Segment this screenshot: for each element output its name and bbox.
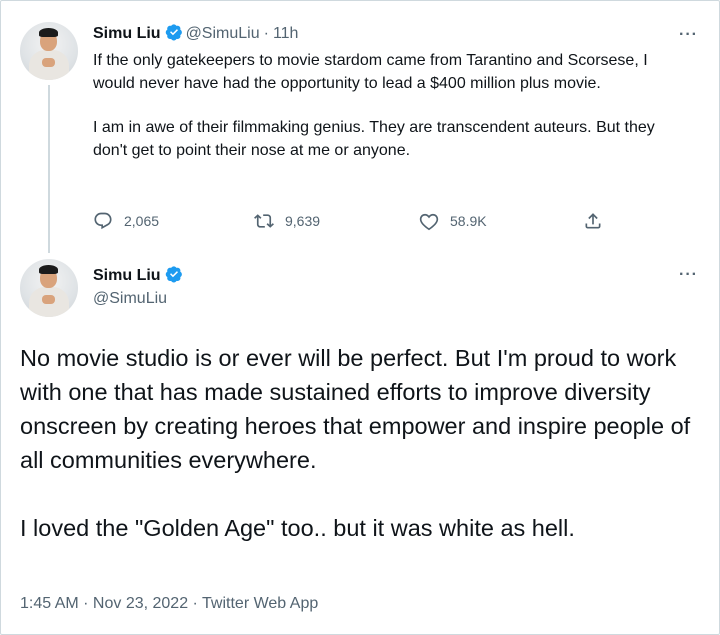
main-tweet-name-row: Simu Liu [93, 265, 186, 285]
verified-badge-icon [165, 24, 182, 41]
tweet-thread-card: Simu Liu @SimuLiu · 11h ··· If the only gat… [0, 0, 720, 635]
reply-icon [94, 212, 112, 230]
reply-tweet-paragraph-2: I am in awe of their filmmaking genius. … [93, 119, 655, 159]
main-tweet-paragraph-1: No movie studio is or ever will be perfe… [20, 345, 691, 473]
thread-connector-line [48, 85, 50, 253]
like-button[interactable]: 58.9K [419, 209, 487, 233]
main-tweet-paragraph-2: I loved the "Golden Age" too.. but it wa… [20, 515, 575, 541]
retweet-icon [254, 214, 274, 228]
separator-dot: · [263, 25, 269, 42]
reply-button[interactable]: 2,065 [93, 209, 159, 233]
author-handle[interactable]: @SimuLiu [186, 25, 260, 42]
author-handle[interactable]: @SimuLiu [93, 290, 167, 308]
avatar[interactable] [20, 22, 78, 80]
like-icon [419, 213, 439, 231]
reply-tweet-text: If the only gatekeepers to movie stardom… [93, 50, 693, 162]
share-icon [585, 213, 601, 229]
more-icon[interactable]: ··· [679, 267, 698, 283]
retweet-button[interactable]: 9,639 [254, 209, 320, 233]
author-name[interactable]: Simu Liu [93, 25, 161, 42]
retweet-count: 9,639 [285, 213, 321, 229]
share-button[interactable] [583, 209, 614, 233]
main-tweet-text: No movie studio is or ever will be perfe… [20, 341, 710, 545]
tweet-actions-bar: 2,065 9,639 58.9K [93, 209, 613, 233]
more-icon[interactable]: ··· [679, 27, 698, 43]
tweet-time[interactable]: 11h [273, 25, 299, 42]
tweet-timestamp-source[interactable]: 1:45 AM · Nov 23, 2022 · Twitter Web App [20, 595, 318, 613]
avatar[interactable] [20, 259, 78, 317]
author-name[interactable]: Simu Liu [93, 267, 161, 284]
reply-count: 2,065 [124, 213, 160, 229]
like-count: 58.9K [450, 213, 487, 229]
reply-tweet-header: Simu Liu @SimuLiu · 11h [93, 23, 298, 43]
verified-badge-icon [165, 266, 182, 283]
reply-tweet-paragraph-1: If the only gatekeepers to movie stardom… [93, 52, 648, 92]
